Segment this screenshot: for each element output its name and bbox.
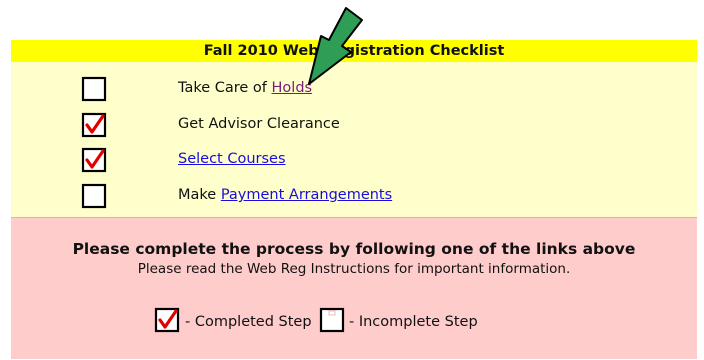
select-courses-link[interactable]: Select Courses [178,151,286,167]
checklist-row-payment: Make Payment Arrangements [11,180,697,210]
instructions-text: Please read the Web Reg Instructions for… [137,261,571,277]
checklist-row-advisor: Get Advisor Clearance [11,109,697,139]
payment-arrangements-link[interactable]: Payment Arrangements [221,187,392,203]
unchecked-checkbox-icon [81,183,107,209]
unchecked-checkbox-icon [81,76,107,102]
completed-checkbox-icon [154,307,180,333]
legend-completed-label: - Completed Step [185,314,312,330]
holds-prefix-text: Take Care of [178,80,272,96]
checklist-label: Make Payment Arrangements [178,186,392,204]
complete-process-message: Please complete the process by following… [72,240,636,258]
legend: - Completed Step - Incomplete Step [11,307,697,337]
legend-incomplete-label: - Incomplete Step [349,314,478,330]
checklist-row-courses: Select Courses [11,144,697,174]
green-arrow-icon [308,7,363,85]
incomplete-checkbox-icon [319,307,345,333]
checked-checkbox-icon [81,112,107,138]
payment-prefix-text: Make [178,187,221,203]
instructions-footer: Please complete the process by following… [11,217,697,359]
checklist-label: Select Courses [178,150,286,168]
checked-checkbox-icon [81,147,107,173]
advisor-clearance-text: Get Advisor Clearance [178,116,340,132]
checklist-label: Take Care of Holds [178,79,312,97]
